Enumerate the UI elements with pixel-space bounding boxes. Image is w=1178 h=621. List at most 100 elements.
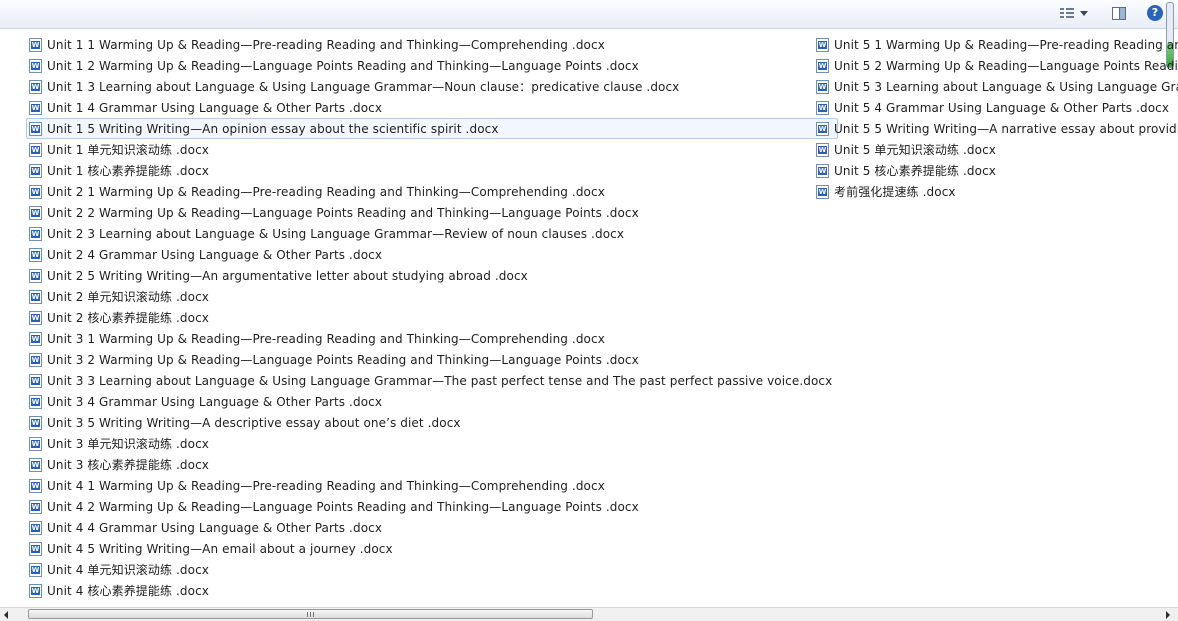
file-name: 考前强化提速练 .docx xyxy=(834,185,956,199)
file-item[interactable]: Unit 4 单元知识滚动练 .docx xyxy=(26,559,838,580)
file-name: Unit 1 2 Warming Up & Reading—Language P… xyxy=(47,58,639,73)
file-item[interactable]: Unit 3 2 Warming Up & Reading—Language P… xyxy=(26,349,838,370)
word-document-icon xyxy=(816,163,829,178)
file-name: Unit 3 单元知识滚动练 .docx xyxy=(47,437,209,451)
file-name: Unit 2 4 Grammar Using Language & Other … xyxy=(47,247,383,262)
word-document-icon xyxy=(29,373,42,388)
file-item[interactable]: Unit 2 核心素养提能练 .docx xyxy=(26,307,838,328)
file-name: Unit 3 1 Warming Up & Reading—Pre-readin… xyxy=(47,331,605,346)
file-item[interactable]: Unit 5 2 Warming Up & Reading—Language P… xyxy=(813,55,1178,76)
file-item[interactable]: Unit 4 5 Writing Writing—An email about … xyxy=(26,538,838,559)
word-document-icon xyxy=(29,205,42,220)
file-name: Unit 1 5 Writing Writing—An opinion essa… xyxy=(47,121,499,136)
file-name: Unit 4 2 Warming Up & Reading—Language P… xyxy=(47,499,639,514)
file-item[interactable]: Unit 1 4 Grammar Using Language & Other … xyxy=(26,97,838,118)
file-name: Unit 2 5 Writing Writing—An argumentativ… xyxy=(47,268,528,283)
file-name: Unit 1 核心素养提能练 .docx xyxy=(47,164,209,178)
file-name: Unit 3 2 Warming Up & Reading—Language P… xyxy=(47,352,639,367)
chevron-down-icon[interactable] xyxy=(1080,10,1088,16)
file-name: Unit 4 4 Grammar Using Language & Other … xyxy=(47,520,383,535)
file-item[interactable]: Unit 1 1 Warming Up & Reading—Pre-readin… xyxy=(26,34,838,55)
file-name: Unit 3 核心素养提能练 .docx xyxy=(47,458,209,472)
file-name: Unit 3 3 Learning about Language & Using… xyxy=(47,373,833,388)
file-name: Unit 4 5 Writing Writing—An email about … xyxy=(47,541,393,556)
file-name: Unit 1 单元知识滚动练 .docx xyxy=(47,143,209,157)
file-item[interactable]: Unit 2 3 Learning about Language & Using… xyxy=(26,223,838,244)
word-document-icon xyxy=(29,310,42,325)
scrollbar-thumb[interactable] xyxy=(28,609,593,619)
file-name: Unit 2 3 Learning about Language & Using… xyxy=(47,226,625,241)
file-item[interactable]: 考前强化提速练 .docx xyxy=(813,181,1178,202)
file-item[interactable]: Unit 4 1 Warming Up & Reading—Pre-readin… xyxy=(26,475,838,496)
file-item[interactable]: Unit 1 2 Warming Up & Reading—Language P… xyxy=(26,55,838,76)
file-item[interactable]: Unit 4 核心素养提能练 .docx xyxy=(26,580,838,601)
file-item[interactable]: Unit 3 1 Warming Up & Reading—Pre-readin… xyxy=(26,328,838,349)
file-item[interactable]: Unit 3 单元知识滚动练 .docx xyxy=(26,433,838,454)
grip-icon xyxy=(307,612,314,617)
word-document-icon xyxy=(29,163,42,178)
word-document-icon xyxy=(816,79,829,94)
file-name: Unit 5 3 Learning about Language & Using… xyxy=(834,79,1178,94)
word-document-icon xyxy=(29,331,42,346)
file-item[interactable]: Unit 1 核心素养提能练 .docx xyxy=(26,160,838,181)
word-document-icon xyxy=(29,289,42,304)
file-item[interactable]: Unit 1 5 Writing Writing—An opinion essa… xyxy=(26,118,839,139)
file-item[interactable]: Unit 1 单元知识滚动练 .docx xyxy=(26,139,838,160)
file-item[interactable]: Unit 2 1 Warming Up & Reading—Pre-readin… xyxy=(26,181,838,202)
file-name: Unit 4 单元知识滚动练 .docx xyxy=(47,563,209,577)
word-document-icon xyxy=(816,121,829,136)
file-item[interactable]: Unit 5 核心素养提能练 .docx xyxy=(813,160,1178,181)
file-name: Unit 2 1 Warming Up & Reading—Pre-readin… xyxy=(47,184,605,199)
file-item[interactable]: Unit 2 单元知识滚动练 .docx xyxy=(26,286,838,307)
word-document-icon xyxy=(29,478,42,493)
file-name: Unit 2 核心素养提能练 .docx xyxy=(47,311,209,325)
file-item[interactable]: Unit 5 5 Writing Writing—A narrative ess… xyxy=(813,118,1178,139)
horizontal-scrollbar[interactable] xyxy=(0,607,1178,621)
scroll-left-arrow-icon[interactable] xyxy=(4,611,8,619)
view-list-icon xyxy=(1060,7,1074,19)
word-document-icon xyxy=(816,142,829,157)
word-document-icon xyxy=(29,415,42,430)
file-name: Unit 2 单元知识滚动练 .docx xyxy=(47,290,209,304)
file-item[interactable]: Unit 4 2 Warming Up & Reading—Language P… xyxy=(26,496,838,517)
file-item[interactable]: Unit 4 4 Grammar Using Language & Other … xyxy=(26,517,838,538)
word-document-icon xyxy=(29,184,42,199)
word-document-icon xyxy=(29,247,42,262)
file-item[interactable]: Unit 2 4 Grammar Using Language & Other … xyxy=(26,244,838,265)
file-item[interactable]: Unit 3 核心素养提能练 .docx xyxy=(26,454,838,475)
file-item[interactable]: Unit 1 3 Learning about Language & Using… xyxy=(26,76,838,97)
file-name: Unit 5 5 Writing Writing—A narrative ess… xyxy=(834,121,1178,136)
file-item[interactable]: Unit 5 单元知识滚动练 .docx xyxy=(813,139,1178,160)
change-view-button[interactable] xyxy=(1054,4,1094,22)
file-name: Unit 3 4 Grammar Using Language & Other … xyxy=(47,394,383,409)
file-name: Unit 5 单元知识滚动练 .docx xyxy=(834,143,996,157)
file-name: Unit 2 2 Warming Up & Reading—Language P… xyxy=(47,205,639,220)
file-name: Unit 1 1 Warming Up & Reading—Pre-readin… xyxy=(47,37,605,52)
file-name: Unit 1 3 Learning about Language & Using… xyxy=(47,80,680,94)
word-document-icon xyxy=(29,436,42,451)
file-item[interactable]: Unit 3 5 Writing Writing—A descriptive e… xyxy=(26,412,838,433)
file-item[interactable]: Unit 5 4 Grammar Using Language & Other … xyxy=(813,97,1178,118)
file-name: Unit 1 4 Grammar Using Language & Other … xyxy=(47,100,383,115)
word-document-icon xyxy=(29,37,42,52)
word-document-icon xyxy=(29,457,42,472)
word-document-icon xyxy=(29,58,42,73)
file-item[interactable]: Unit 2 5 Writing Writing—An argumentativ… xyxy=(26,265,838,286)
file-name: Unit 5 2 Warming Up & Reading—Language P… xyxy=(834,58,1178,73)
file-item[interactable]: Unit 5 3 Learning about Language & Using… xyxy=(813,76,1178,97)
file-column-1: Unit 1 1 Warming Up & Reading—Pre-readin… xyxy=(26,34,839,601)
file-item[interactable]: Unit 3 3 Learning about Language & Using… xyxy=(26,370,838,391)
word-document-icon xyxy=(29,121,42,136)
file-item[interactable]: Unit 5 1 Warming Up & Reading—Pre-readin… xyxy=(813,34,1178,55)
scroll-right-arrow-icon[interactable] xyxy=(1166,611,1170,619)
word-document-icon xyxy=(29,583,42,598)
file-item[interactable]: Unit 3 4 Grammar Using Language & Other … xyxy=(26,391,838,412)
preview-pane-button[interactable] xyxy=(1109,4,1129,22)
command-bar: ? xyxy=(0,0,1178,68)
file-item[interactable]: Unit 2 2 Warming Up & Reading—Language P… xyxy=(26,202,838,223)
word-document-icon xyxy=(816,100,829,115)
word-document-icon xyxy=(816,184,829,199)
word-document-icon xyxy=(29,100,42,115)
help-button[interactable]: ? xyxy=(1145,4,1165,22)
file-name: Unit 5 4 Grammar Using Language & Other … xyxy=(834,100,1170,115)
